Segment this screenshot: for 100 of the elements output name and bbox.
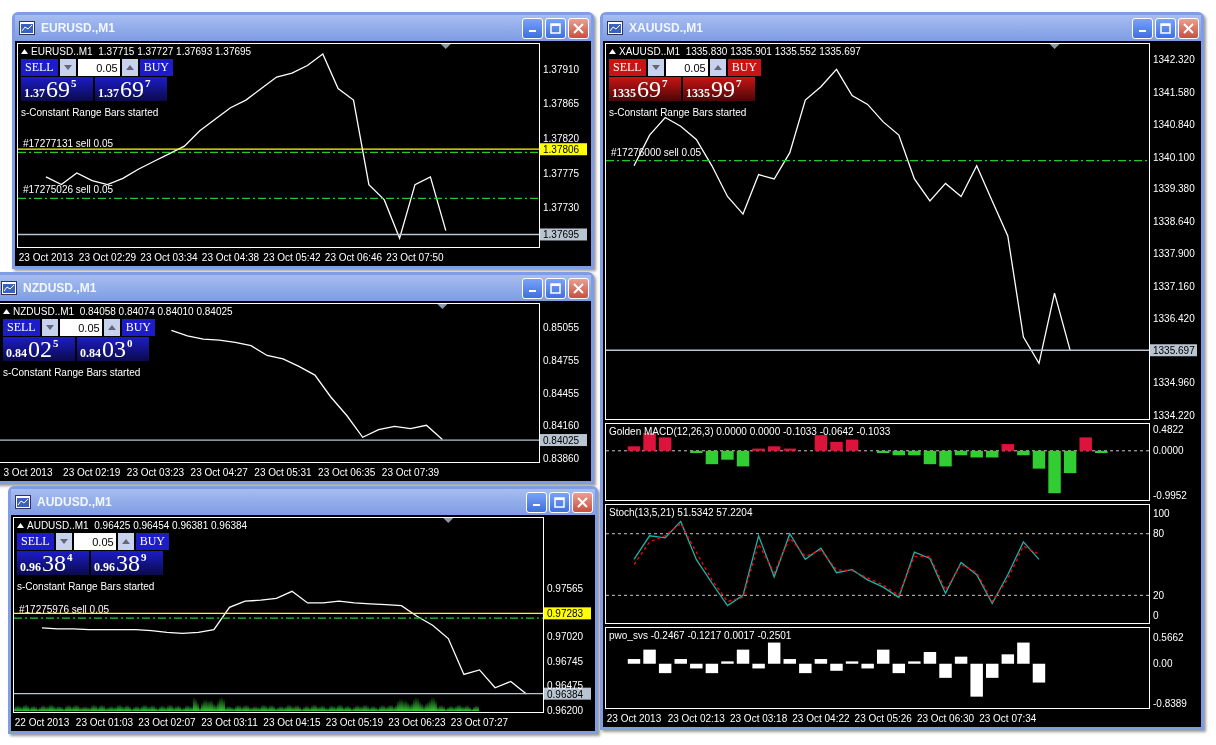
maximize-button[interactable] xyxy=(545,277,566,299)
axis-label: 1.37820 xyxy=(543,132,580,144)
axis-label: 0.85055 xyxy=(543,322,580,334)
indicator-title: Stoch(13,5,21) 51.5342 57.2204 xyxy=(609,507,753,518)
maximize-button[interactable] xyxy=(1155,17,1176,39)
axis-label: 1.37910 xyxy=(543,63,580,75)
lot-field[interactable]: 0.05 xyxy=(77,59,120,76)
axis-label: 20 xyxy=(1153,589,1165,601)
window-title: EURUSD.,M1 xyxy=(41,21,116,35)
buy-button[interactable]: BUY xyxy=(121,319,155,336)
axis-label: 23 Oct 02:19 xyxy=(63,467,121,478)
axis-label: 23 Oct 05:19 xyxy=(325,717,384,728)
maximize-button[interactable] xyxy=(545,17,566,39)
axis-label: 23 Oct 04:15 xyxy=(263,717,321,728)
up-arrow-icon xyxy=(125,65,134,70)
axis-label: 23 Oct 04:27 xyxy=(190,467,248,478)
buy-button[interactable]: BUY xyxy=(135,533,169,550)
axis-label: 23 Oct 2013 xyxy=(606,713,662,724)
lot-field[interactable]: 0.05 xyxy=(665,59,708,76)
axis-label: 1338.640 xyxy=(1153,215,1195,227)
triangle-icon xyxy=(21,48,28,54)
axis-label: 100 xyxy=(1153,507,1170,519)
minimize-button[interactable] xyxy=(522,17,543,39)
axis-label: 23 Oct 04:38 xyxy=(201,252,260,263)
axis-label: 22 Oct 2013 xyxy=(14,717,70,728)
axis-label: 80 xyxy=(1153,528,1165,540)
minimize-button[interactable] xyxy=(526,491,547,513)
decrease-button[interactable] xyxy=(647,59,664,76)
close-icon xyxy=(573,282,584,294)
decrease-button[interactable] xyxy=(41,319,58,336)
chart-window-icon xyxy=(607,21,623,35)
indicator-title: Golden MACD(12,26,3) 0.0000 0.0000 -0.1033 -0.0642 -0.1033 xyxy=(609,426,891,437)
axis-label: 23 Oct 01:03 xyxy=(75,717,134,728)
ref-line-label: 1.37806 xyxy=(543,144,580,156)
sell-button[interactable]: SELL xyxy=(21,59,58,76)
axis-label: 23 Oct 07:34 xyxy=(979,713,1037,724)
up-arrow-icon xyxy=(121,539,130,544)
axis-label: 1336.420 xyxy=(1153,313,1195,324)
lot-field[interactable]: 0.05 xyxy=(73,533,116,550)
axis-label: 23 Oct 06:46 xyxy=(324,252,383,263)
sell-button[interactable]: SELL xyxy=(609,59,646,76)
axis-label: 0.96745 xyxy=(547,655,584,667)
axis-label: 23 Oct 02:13 xyxy=(667,713,725,724)
ref-line-label: 0.96384 xyxy=(547,688,584,700)
axis-label: 1339.380 xyxy=(1153,183,1195,195)
status-message: s-Constant Range Bars started xyxy=(17,581,156,592)
axis-label: 1337.900 xyxy=(1153,248,1195,260)
axis-label: 0.84755 xyxy=(543,354,580,366)
axis-label: 23 Oct 07:39 xyxy=(381,467,440,478)
minimize-icon xyxy=(533,504,540,506)
maximize-icon xyxy=(550,282,561,294)
close-button[interactable] xyxy=(568,277,589,299)
sell-button[interactable]: SELL xyxy=(3,319,40,336)
increase-button[interactable] xyxy=(103,319,120,336)
axis-label: 23 Oct 07:27 xyxy=(450,717,509,728)
chart-shift-icon xyxy=(437,304,448,309)
close-button[interactable] xyxy=(572,491,593,513)
axis-label: 1340.840 xyxy=(1153,119,1195,131)
price-tag: 1335.697 xyxy=(1150,344,1197,357)
axis-label: 3 Oct 2013 xyxy=(3,467,53,478)
down-arrow-icon xyxy=(651,65,660,70)
axis-label: 1341.580 xyxy=(1153,86,1195,98)
axis-label: 23 Oct 06:23 xyxy=(388,717,446,728)
axis-label: 0.83860 xyxy=(543,452,580,464)
up-arrow-icon xyxy=(713,65,722,70)
axis-label: 0.0000 xyxy=(1153,445,1184,457)
axis-label: 0.4822 xyxy=(1153,423,1184,435)
axis-label: 1334.220 xyxy=(1153,409,1195,420)
axis-label: 23 Oct 03:34 xyxy=(140,252,198,263)
minimize-button[interactable] xyxy=(1132,17,1153,39)
chart-window-icon xyxy=(1,281,17,295)
axis-label: 23 Oct 2013 xyxy=(18,252,74,263)
axis-label: 23 Oct 03:23 xyxy=(126,467,185,478)
buy-button[interactable]: BUY xyxy=(139,59,173,76)
minimize-icon xyxy=(529,30,536,32)
axis-label: 23 Oct 05:26 xyxy=(854,713,912,724)
order-label: #17275026 sell 0.05 xyxy=(23,184,114,196)
quote-text: XAUUSD..M1 1335.830 1335.901 1335.552 1335.697 xyxy=(619,45,861,57)
maximize-icon xyxy=(550,22,561,34)
increase-button[interactable] xyxy=(709,59,726,76)
sell-button[interactable]: SELL xyxy=(17,533,54,550)
decrease-button[interactable] xyxy=(55,533,72,550)
window-title: XAUUSD.,M1 xyxy=(629,21,704,35)
lot-field[interactable]: 0.05 xyxy=(59,319,102,336)
close-icon xyxy=(577,496,588,508)
increase-button[interactable] xyxy=(121,59,138,76)
axis-label: 23 Oct 05:42 xyxy=(263,252,321,263)
axis-label: 1.37865 xyxy=(543,98,580,110)
decrease-button[interactable] xyxy=(59,59,76,76)
order-label: #17275976 sell 0.05 xyxy=(19,604,110,616)
increase-button[interactable] xyxy=(117,533,134,550)
maximize-button[interactable] xyxy=(549,491,570,513)
down-arrow-icon xyxy=(45,325,54,330)
minimize-button[interactable] xyxy=(522,277,543,299)
close-button[interactable] xyxy=(568,17,589,39)
indicator-title: pwo_svs -0.2467 -0.1217 0.0017 -0.2501 xyxy=(609,630,792,641)
chart-window-icon xyxy=(15,495,31,509)
close-button[interactable] xyxy=(1178,17,1199,39)
axis-label: 0.00 xyxy=(1153,658,1173,670)
buy-button[interactable]: BUY xyxy=(727,59,761,76)
